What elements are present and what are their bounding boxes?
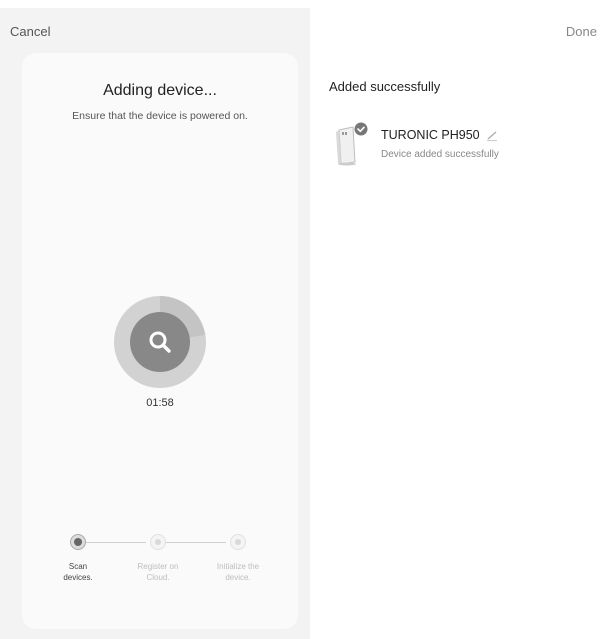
cancel-button[interactable]: Cancel [10,24,50,39]
step-label-line: Register on [137,562,179,571]
step-active-dot-icon [70,534,86,550]
done-button[interactable]: Done [566,24,597,39]
countdown-timer: 01:58 [146,397,174,409]
step-register-cloud: Register on Cloud. [122,534,194,583]
check-icon [354,122,368,136]
adding-device-subtitle: Ensure that the device is powered on. [72,110,248,122]
step-scan-devices: Scan devices. [42,534,114,583]
cloud-icon [150,534,166,550]
initialize-icon [230,534,246,550]
step-label-line: device. [225,573,251,582]
adding-device-pane: Cancel Adding device... Ensure that the … [0,8,310,639]
step-label-line: Cloud. [146,573,170,582]
step-label-line: Initialize the [216,562,260,571]
step-label-line: devices. [63,573,93,582]
scan-progress-indicator [114,296,206,388]
pencil-icon[interactable] [486,129,498,141]
progress-steps: Scan devices. Register on Cloud. Initial… [22,534,298,594]
step-label-line: Scan [68,562,88,571]
air-purifier-icon [333,122,368,166]
adding-device-title: Adding device... [103,82,217,99]
device-status-text: Device added successfully [381,149,499,160]
device-name: TURONIC PH950 [381,128,480,142]
added-device-item[interactable]: TURONIC PH950 Device added successfully [333,122,593,166]
adding-device-card: Adding device... Ensure that the device … [22,53,298,629]
added-successfully-title: Added successfully [329,79,441,94]
step-initialize-device: Initialize the device. [202,534,274,583]
